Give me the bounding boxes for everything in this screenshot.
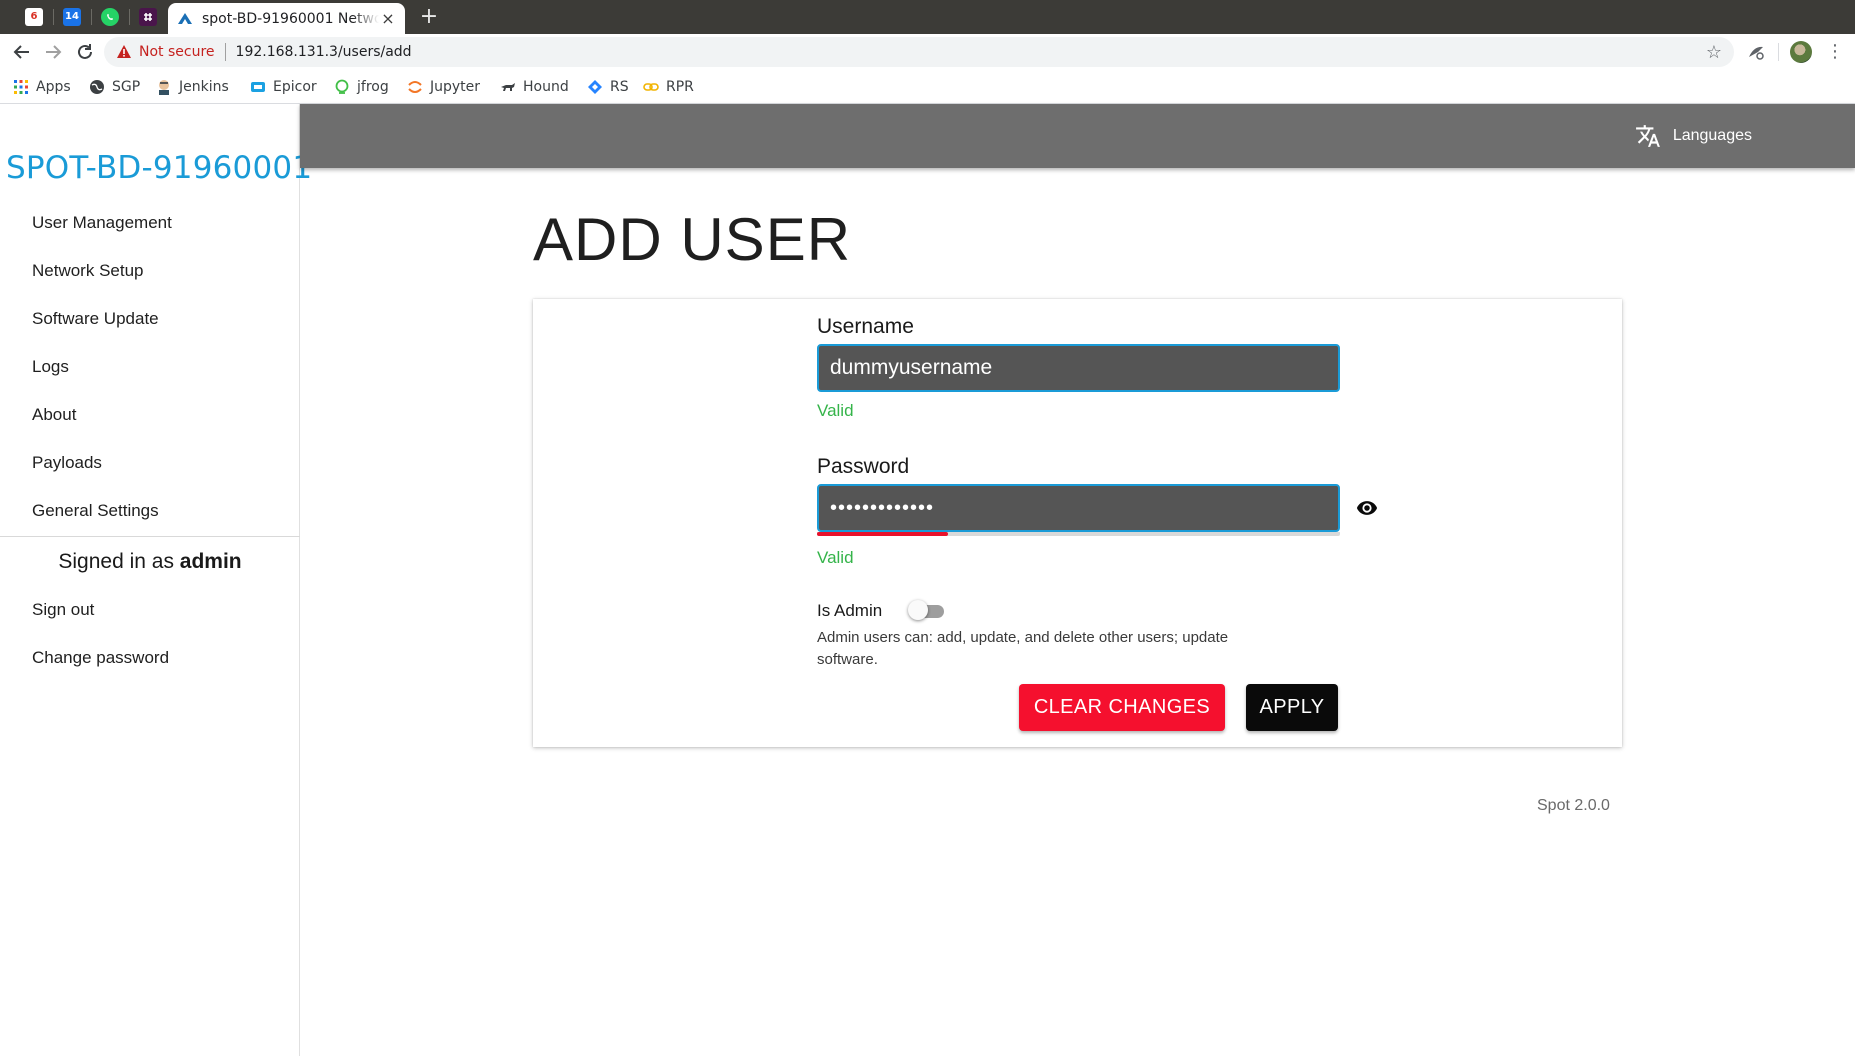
sidebar-item-software-update[interactable]: Software Update: [0, 295, 300, 343]
calendar-tab[interactable]: 14: [56, 4, 88, 30]
profile-avatar[interactable]: [1790, 41, 1812, 63]
add-user-form: Username dummyusername Valid Password ••…: [533, 299, 1622, 747]
signed-in-user: admin: [179, 550, 242, 573]
bookmark-sgp[interactable]: SGP: [89, 75, 140, 99]
bookmark-label: Epicor: [273, 79, 317, 95]
gmail-tab[interactable]: 6: [18, 4, 50, 30]
username-label: Username: [817, 315, 914, 338]
username-valid-message: Valid: [817, 401, 854, 420]
sidebar-item-payloads[interactable]: Payloads: [0, 439, 300, 487]
sidebar-item-user-management[interactable]: User Management: [0, 199, 300, 247]
bookmark-apps[interactable]: Apps: [13, 75, 71, 99]
slack-icon: [139, 8, 157, 26]
calendar-icon: 14: [63, 8, 81, 26]
password-valid-message: Valid: [817, 548, 854, 567]
password-label: Password: [817, 455, 910, 478]
bookmark-label: RS: [610, 79, 629, 95]
bookmark-label: RPR: [666, 79, 694, 95]
bookmark-jenkins[interactable]: Jenkins: [156, 75, 229, 99]
extension-icon[interactable]: [1746, 42, 1766, 62]
bookmark-jupyter[interactable]: Jupyter: [407, 75, 480, 99]
tab-separator: [53, 9, 54, 25]
jupyter-icon: [408, 81, 422, 93]
bookmark-star-icon[interactable]: ☆: [1706, 42, 1722, 63]
show-password-icon[interactable]: [1354, 497, 1380, 519]
admin-help-text: Admin users can: add, update, and delete…: [817, 629, 1229, 668]
address-separator: [224, 43, 226, 61]
address-bar[interactable]: Not secure 192.168.131.3/users/add ☆: [104, 37, 1734, 67]
sidebar-divider: [0, 536, 300, 537]
forward-icon[interactable]: [41, 40, 65, 64]
sidebar-item-network-setup[interactable]: Network Setup: [0, 247, 300, 295]
bookmark-epicor[interactable]: Epicor: [250, 75, 317, 99]
reload-icon[interactable]: [73, 40, 97, 64]
close-tab-icon[interactable]: ×: [379, 9, 397, 28]
browser-tab-strip: 6 14 spot-BD-91960001 Network × +: [0, 0, 1855, 34]
device-name: SPOT-BD-91960001: [6, 150, 313, 186]
globe-icon: [90, 80, 104, 94]
account-menu: Sign out Change password: [0, 586, 300, 682]
bookmark-rpr[interactable]: RPR: [643, 75, 694, 99]
sidebar-item-logs[interactable]: Logs: [0, 343, 300, 391]
whatsapp-icon: [101, 8, 119, 26]
sidebar-item-general-settings[interactable]: General Settings: [0, 487, 300, 535]
sidebar-nav: User Management Network Setup Software U…: [0, 199, 300, 535]
app-bar: Languages: [300, 104, 1855, 168]
new-tab-button[interactable]: +: [418, 6, 440, 28]
translate-icon: [1635, 125, 1660, 147]
signed-in-status: Signed in as admin: [0, 550, 300, 574]
apps-grid-icon: [14, 80, 28, 94]
hound-icon: [501, 83, 515, 91]
sign-out-link[interactable]: Sign out: [0, 586, 300, 634]
back-icon[interactable]: [10, 40, 34, 64]
username-field[interactable]: dummyusername: [817, 344, 1340, 392]
active-tab[interactable]: spot-BD-91960001 Network ×: [168, 3, 405, 34]
app-version: Spot 2.0.0: [1537, 797, 1610, 814]
bookmark-jfrog[interactable]: jfrog: [334, 75, 389, 99]
bookmark-label: Jupyter: [430, 79, 481, 95]
bookmark-label: SGP: [112, 79, 141, 95]
page-title: ADD USER: [533, 206, 852, 273]
whatsapp-tab[interactable]: [94, 4, 126, 30]
bookmark-label: Hound: [523, 79, 569, 95]
is-admin-label: Is Admin: [817, 601, 883, 620]
bookmark-label: jfrog: [357, 79, 389, 95]
security-status[interactable]: Not secure: [139, 44, 215, 60]
url-text[interactable]: 192.168.131.3/users/add: [236, 44, 412, 60]
warning-icon: [117, 45, 131, 58]
link-icon: [643, 83, 659, 91]
bookmark-rs[interactable]: RS: [587, 75, 629, 99]
bookmark-hound[interactable]: Hound: [500, 75, 569, 99]
sidebar-item-about[interactable]: About: [0, 391, 300, 439]
change-password-link[interactable]: Change password: [0, 634, 300, 682]
spot-favicon-icon: [176, 9, 194, 28]
clear-changes-button[interactable]: CLEAR CHANGES: [1019, 684, 1225, 731]
sidebar: SPOT-BD-91960001 User Management Network…: [0, 104, 312, 1056]
browser-menu-icon[interactable]: ⋮: [1826, 40, 1844, 64]
password-field[interactable]: •••••••••••••: [817, 484, 1340, 532]
jfrog-icon: [335, 79, 349, 94]
bookmark-label: Apps: [36, 79, 71, 95]
password-strength-meter: [817, 532, 1340, 536]
gmail-icon: 6: [25, 8, 43, 26]
browser-toolbar: Not secure 192.168.131.3/users/add ☆ ⋮: [0, 34, 1855, 70]
jenkins-icon: [159, 80, 169, 95]
signed-in-prefix: Signed in as: [58, 550, 174, 573]
bookmarks-bar: Apps SGP Jenkins Epicor jfrog Jupyter Ho…: [0, 70, 1855, 104]
is-admin-row: Is Admin: [817, 600, 946, 621]
languages-label: Languages: [1672, 127, 1752, 144]
tab-separator: [91, 9, 92, 25]
tab-separator: [129, 9, 130, 25]
bookmark-label: Jenkins: [179, 79, 229, 95]
epicor-icon: [251, 82, 265, 92]
tab-title: spot-BD-91960001 Network: [202, 10, 379, 27]
password-strength-fill: [817, 532, 948, 536]
diamond-icon: [588, 80, 602, 94]
slack-tab[interactable]: [132, 4, 164, 30]
apply-button[interactable]: APPLY: [1246, 684, 1338, 731]
toolbar-separator: [1778, 43, 1779, 61]
is-admin-toggle[interactable]: [908, 600, 946, 620]
languages-button[interactable]: Languages: [1635, 120, 1752, 152]
